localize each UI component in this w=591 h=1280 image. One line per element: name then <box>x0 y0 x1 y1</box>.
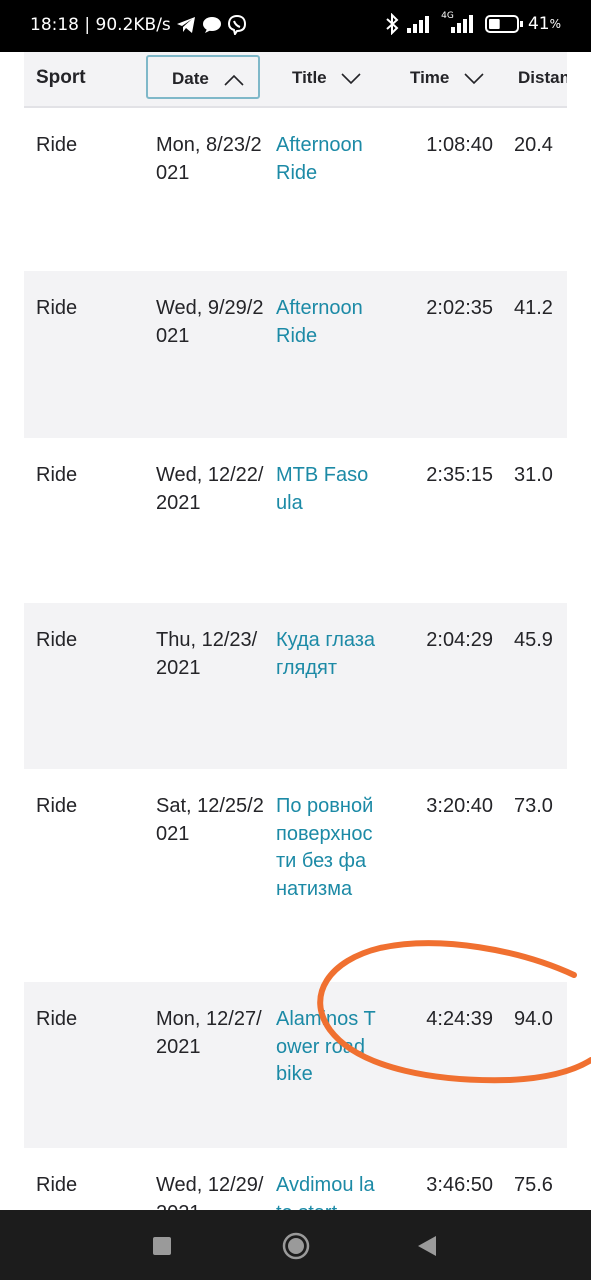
table-row[interactable]: Ride Thu, 12/23/2021 Куда глаза глядят 2… <box>24 603 567 769</box>
cell-time: 4:24:39 <box>426 1008 493 1030</box>
table-header: Sport Date Title Time Distan <box>24 52 567 108</box>
table-row[interactable]: Ride Wed, 12/29/2021 Avdimou late start … <box>24 1148 567 1210</box>
table-row[interactable]: Ride Sat, 12/25/2021 По ровной поверхнос… <box>24 769 567 982</box>
column-header-sport[interactable]: Sport <box>36 52 86 106</box>
cell-date: Mon, 8/23/2021 <box>156 134 262 184</box>
column-header-title[interactable]: Title <box>292 52 361 106</box>
cell-distance: 41.2 <box>514 297 553 319</box>
clock: 18:18 <box>30 15 79 35</box>
battery-percent-unit: % <box>549 17 561 31</box>
telegram-icon <box>177 17 196 33</box>
signal-4g-icon: 4G <box>439 11 474 35</box>
cell-sport: Ride <box>36 795 78 817</box>
cell-time: 2:04:29 <box>426 629 493 651</box>
cell-date: Mon, 12/27/2021 <box>156 1008 262 1058</box>
cell-distance: 31.0 <box>514 464 553 486</box>
activity-title-link[interactable]: MTB Fasoula <box>276 462 376 517</box>
column-header-time[interactable]: Time <box>410 52 484 106</box>
activity-title-link[interactable]: Afternoon Ride <box>276 295 376 350</box>
table-row[interactable]: Ride Wed, 9/29/2021 Afternoon Ride 2:02:… <box>24 271 567 438</box>
column-header-date[interactable]: Date <box>146 55 260 99</box>
signal-icon <box>406 16 429 33</box>
battery-icon <box>484 15 523 33</box>
navigation-bar <box>0 1210 591 1280</box>
cell-sport: Ride <box>36 464 78 486</box>
cell-date: Wed, 9/29/2021 <box>156 297 264 347</box>
table-row[interactable]: Ride Wed, 12/22/2021 MTB Fasoula 2:35:15… <box>24 438 567 603</box>
activity-title-link[interactable]: Afternoon Ride <box>276 132 376 187</box>
activities-table: Sport Date Title Time Distan Ride Mon, 8… <box>24 52 567 1210</box>
column-header-time-label: Time <box>410 68 450 87</box>
cell-sport: Ride <box>36 629 78 651</box>
cell-date: Thu, 12/23/2021 <box>156 629 258 679</box>
activity-title-link[interactable]: Alaminos Tower road bike <box>276 1006 376 1089</box>
cell-distance: 94.0 <box>514 1008 553 1030</box>
chevron-down-icon <box>464 72 484 84</box>
cell-time: 2:02:35 <box>426 297 493 319</box>
cell-sport: Ride <box>36 297 78 319</box>
activity-title-link[interactable]: Куда глаза глядят <box>276 627 376 682</box>
cell-sport: Ride <box>36 1008 78 1030</box>
cell-distance: 20.4 <box>514 134 553 156</box>
column-header-date-label: Date <box>172 69 209 88</box>
network-speed: | 90.2KB/s <box>84 15 171 35</box>
status-bar: 18:18 | 90.2KB/s 4G 41% <box>0 0 591 52</box>
viber-icon <box>228 15 247 35</box>
cell-time: 1:08:40 <box>426 134 493 156</box>
bluetooth-icon <box>386 13 399 35</box>
cell-date: Wed, 12/22/2021 <box>156 464 264 514</box>
cell-time: 2:35:15 <box>426 464 493 486</box>
cell-distance: 75.6 <box>514 1174 553 1196</box>
cell-date: Wed, 12/29/2021 <box>156 1174 264 1210</box>
table-row[interactable]: Ride Mon, 8/23/2021 Afternoon Ride 1:08:… <box>24 108 567 271</box>
battery-percent: 41 <box>527 14 550 34</box>
cell-time: 3:20:40 <box>426 795 493 817</box>
cell-time: 3:46:50 <box>426 1174 493 1196</box>
home-button[interactable] <box>281 1231 311 1261</box>
cell-sport: Ride <box>36 134 78 156</box>
cell-date: Sat, 12/25/2021 <box>156 795 264 845</box>
chevron-down-icon <box>341 72 361 84</box>
activity-title-link[interactable]: Avdimou late start <box>276 1172 376 1210</box>
activity-title-link[interactable]: По ровной поверхности без фанатизма <box>276 793 376 903</box>
recent-apps-button[interactable] <box>152 1236 172 1256</box>
chevron-up-icon <box>224 74 244 86</box>
table-row[interactable]: Ride Mon, 12/27/2021 Alaminos Tower road… <box>24 982 567 1148</box>
column-header-title-label: Title <box>292 68 327 87</box>
cell-sport: Ride <box>36 1174 78 1196</box>
cell-distance: 45.9 <box>514 629 553 651</box>
back-button[interactable] <box>416 1234 438 1258</box>
column-header-distance[interactable]: Distan <box>518 52 567 106</box>
chat-bubble-icon <box>202 17 221 33</box>
cell-distance: 73.0 <box>514 795 553 817</box>
